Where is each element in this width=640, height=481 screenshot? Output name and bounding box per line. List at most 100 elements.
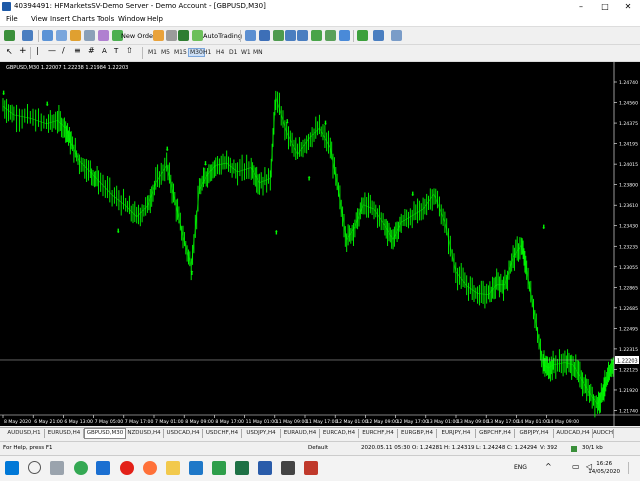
arrows-icon[interactable]: ⇧ — [126, 46, 133, 55]
timeframe-mn[interactable]: MN — [253, 49, 263, 56]
x-tick-label: 13 May 17:00 — [487, 419, 519, 425]
title-bar: 40394491: HFMarketsSV-Demo Server - Demo… — [0, 0, 640, 13]
app-blue-icon[interactable] — [189, 461, 203, 475]
chart-tab[interactable]: USDJPY,H4 — [242, 429, 281, 438]
minimize-button[interactable]: – — [570, 0, 592, 13]
chrome-icon[interactable] — [74, 461, 88, 475]
bar-chart-icon[interactable] — [245, 30, 256, 41]
candlestick-icon[interactable] — [259, 30, 270, 41]
data-window-icon[interactable] — [56, 30, 67, 41]
price-chart[interactable]: GBPUSD,M30 1.22007 1.22238 1.21984 1.222… — [0, 62, 640, 426]
fractal-up-icon: ⬇ — [203, 160, 208, 167]
opera-icon[interactable] — [120, 461, 134, 475]
chart-tab[interactable]: EURGBP,H4 — [398, 429, 437, 438]
timeframe-w1[interactable]: W1 — [241, 49, 251, 56]
metatrader-icon[interactable] — [281, 461, 295, 475]
chart-tab[interactable]: USDCHF,H4 — [203, 429, 242, 438]
chart-tab[interactable]: AUDCAD,H4 — [554, 429, 593, 438]
line-chart-icon[interactable] — [273, 30, 284, 41]
autoscroll-icon[interactable] — [339, 30, 350, 41]
chart-tab[interactable]: GBPUSD,M30 — [84, 428, 126, 439]
fibonacci-icon[interactable]: # — [88, 46, 95, 55]
timeframe-h1[interactable]: H1 — [203, 49, 211, 56]
cursor-icon[interactable]: ↖ — [6, 47, 13, 56]
chart-tab[interactable]: GBPCHF,H4 — [476, 429, 515, 438]
timeframe-h4[interactable]: H4 — [216, 49, 224, 56]
chart-tab[interactable]: USDCAD,H4 — [164, 429, 203, 438]
menu-file[interactable]: File — [6, 15, 18, 23]
terminal-icon[interactable] — [84, 30, 95, 41]
excel-icon[interactable] — [235, 461, 249, 475]
status-volume: V: 392 — [540, 445, 558, 451]
trendline-icon[interactable]: / — [62, 46, 65, 55]
timeframe-m1[interactable]: M1 — [148, 49, 157, 56]
fractal-up-icon: ⬇ — [45, 101, 50, 108]
vertical-line-icon[interactable]: | — [36, 46, 39, 55]
profiles-icon[interactable] — [22, 30, 33, 41]
chart-tab[interactable]: NZDUSD,H4 — [125, 429, 164, 438]
tester-icon[interactable] — [98, 30, 109, 41]
new-chart-icon[interactable] — [4, 30, 15, 41]
chart-shift-icon[interactable] — [325, 30, 336, 41]
mt4-icon[interactable] — [212, 461, 226, 475]
zoom-out-icon[interactable] — [297, 30, 308, 41]
tile-windows-icon[interactable] — [311, 30, 322, 41]
chart-tab[interactable]: EURAUD,H4 — [281, 429, 320, 438]
network-icon[interactable]: ▭ — [572, 462, 580, 471]
word-icon[interactable] — [258, 461, 272, 475]
chart-tab[interactable]: EURCAD,H4 — [320, 429, 359, 438]
tray-clock[interactable]: 16:26 14/05/2020 — [588, 460, 620, 476]
channel-icon[interactable]: ≡ — [74, 46, 81, 55]
ie-icon[interactable] — [96, 461, 110, 475]
new-order-button[interactable]: New Order — [121, 32, 156, 40]
chart-tab[interactable]: EURJPY,H4 — [437, 429, 476, 438]
periods-icon[interactable] — [373, 30, 384, 41]
experts-icon[interactable] — [178, 30, 189, 41]
label-icon[interactable]: T — [114, 47, 118, 55]
options-icon[interactable] — [166, 30, 177, 41]
y-tick-label: 1.23800 — [619, 183, 638, 189]
menu-window[interactable]: Window — [118, 15, 146, 23]
chart-tab[interactable]: AUDUSD,H1 — [4, 429, 45, 438]
timeframe-m15[interactable]: M15 — [174, 49, 187, 56]
horizontal-line-icon[interactable]: — — [48, 46, 56, 55]
x-tick-label: 6 May 21:00 — [34, 419, 63, 425]
text-icon[interactable]: A — [102, 47, 107, 55]
task-view-icon[interactable] — [50, 461, 64, 475]
crosshair-icon[interactable]: + — [19, 46, 27, 56]
close-button[interactable]: ✕ — [617, 0, 639, 13]
timeframe-m5[interactable]: M5 — [161, 49, 170, 56]
file-explorer-icon[interactable] — [166, 461, 180, 475]
search-icon[interactable] — [28, 461, 41, 474]
navigator-icon[interactable] — [70, 30, 81, 41]
menu-tools[interactable]: Tools — [97, 15, 114, 23]
zoom-in-icon[interactable] — [285, 30, 296, 41]
chart-tab[interactable]: AUDCH — [593, 429, 614, 438]
fractal-up-icon: ⬇ — [116, 228, 121, 235]
market-watch-icon[interactable] — [42, 30, 53, 41]
start-icon[interactable] — [5, 461, 19, 475]
language-icon[interactable]: ENG — [514, 464, 527, 471]
chart-canvas[interactable]: ⬇ ⬇ ⬇ ⬇ ⬇ ⬇ ⬇ ⬇ ⬇ ⬆ ⬆ ⬆ 1.22203 1.24740 1.24560 1.24375… — [0, 62, 640, 426]
tray-arrow-icon[interactable]: ^ — [545, 462, 552, 471]
maximize-button[interactable]: □ — [594, 0, 616, 13]
chart-tab[interactable]: EURCHF,H4 — [359, 429, 398, 438]
metaeditor-icon[interactable] — [153, 30, 164, 41]
indicators-icon[interactable] — [357, 30, 368, 41]
templates-icon[interactable] — [391, 30, 402, 41]
menu-help[interactable]: Help — [147, 15, 163, 23]
notifications-icon[interactable] — [628, 462, 635, 474]
app-red-icon[interactable] — [304, 461, 318, 475]
x-tick-label: 7 May 17:00 — [125, 419, 154, 425]
y-tick-label: 1.22865 — [619, 285, 638, 291]
menu-insert[interactable]: Insert — [50, 15, 70, 23]
status-time: 2020.05.11 05:30 — [361, 445, 411, 451]
autotrading-icon[interactable] — [192, 30, 203, 41]
timeframe-d1[interactable]: D1 — [229, 49, 237, 56]
chart-tab[interactable]: GBPJPY,H4 — [515, 429, 554, 438]
autotrading-button[interactable]: AutoTrading — [203, 32, 242, 40]
menu-view[interactable]: View — [31, 15, 48, 23]
firefox-icon[interactable] — [143, 461, 157, 475]
menu-charts[interactable]: Charts — [72, 15, 95, 23]
chart-tab[interactable]: EURUSD,H4 — [45, 429, 84, 438]
